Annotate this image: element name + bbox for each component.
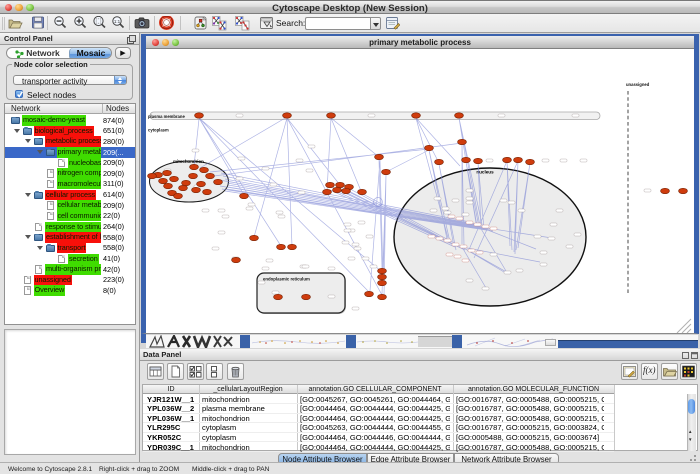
svg-text:Search:: Search: — [276, 18, 305, 28]
svg-text:endoplasmic reticulum: endoplasmic reticulum — [263, 277, 310, 282]
svg-text:unassigned: unassigned — [626, 82, 650, 87]
svg-text:mitochondrion: mitochondrion — [173, 159, 204, 164]
svg-text:plasma membrane: plasma membrane — [148, 114, 185, 119]
svg-text:1:1: 1:1 — [114, 19, 121, 24]
svg-text:cytoplasm: cytoplasm — [148, 128, 169, 133]
